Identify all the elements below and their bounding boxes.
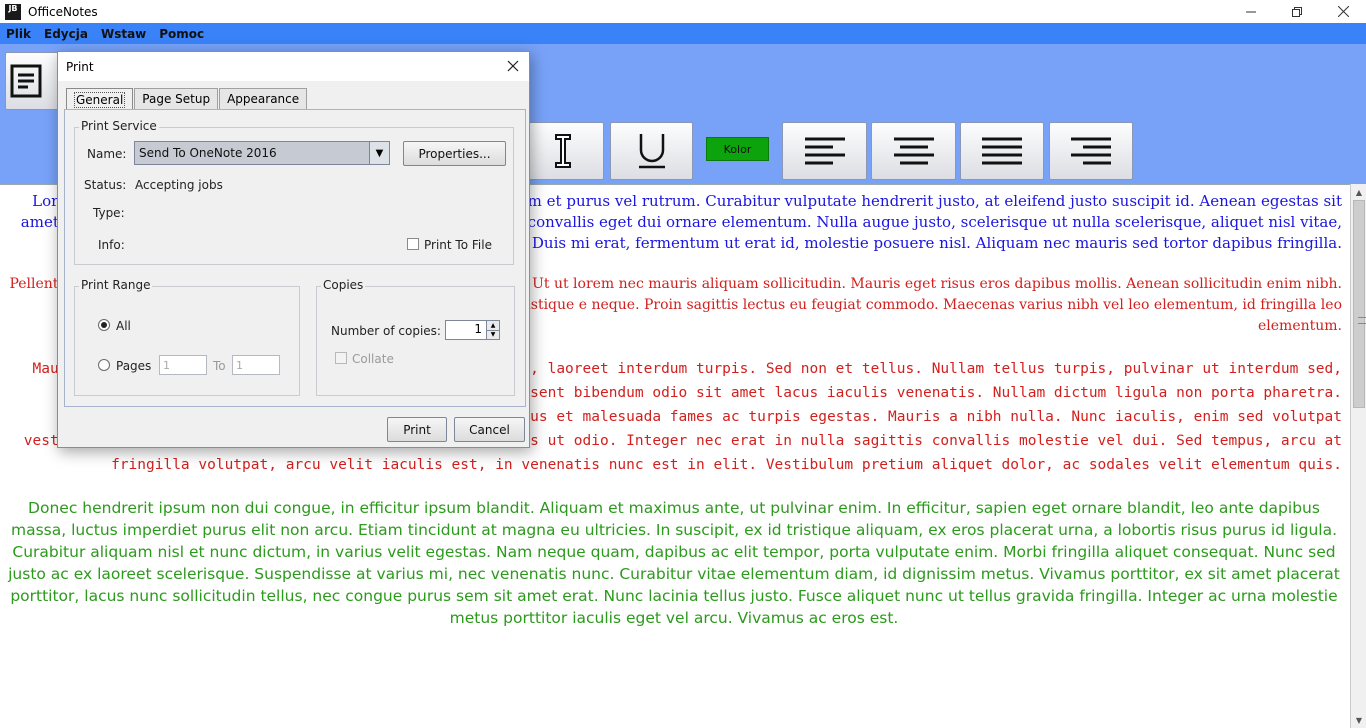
scroll-down-icon[interactable]: ▼ xyxy=(1351,712,1366,728)
align-left-icon xyxy=(804,137,845,165)
tab-general-label: General xyxy=(74,91,126,108)
dialog-tabs: General Page Setup Appearance xyxy=(66,88,308,110)
app-icon: JB xyxy=(5,3,21,20)
tab-general[interactable]: General xyxy=(66,88,134,110)
underline-button[interactable] xyxy=(610,122,693,180)
cancel-button[interactable]: Cancel xyxy=(454,417,525,442)
chevron-down-icon[interactable]: ▼ xyxy=(369,142,389,164)
italic-button[interactable] xyxy=(521,122,604,180)
copies-label: Copies xyxy=(321,278,366,292)
minimize-icon[interactable] xyxy=(1228,0,1274,23)
info-label: Info: xyxy=(98,238,125,252)
title-bar: JB OfficeNotes xyxy=(0,0,1366,23)
status-value: Accepting jobs xyxy=(135,178,223,192)
dialog-close-icon[interactable] xyxy=(505,58,521,74)
tab-appearance-label: Appearance xyxy=(227,92,300,106)
menu-pomoc[interactable]: Pomoc xyxy=(159,27,204,41)
menu-edycja[interactable]: Edycja xyxy=(44,27,88,41)
name-label: Name: xyxy=(87,147,127,161)
copies-spinner[interactable]: 1 ▲ ▼ xyxy=(445,320,500,340)
dialog-title: Print xyxy=(66,59,94,74)
align-center-button[interactable] xyxy=(871,122,956,180)
tab-appearance[interactable]: Appearance xyxy=(219,88,308,109)
collate-checkbox[interactable] xyxy=(335,352,347,364)
general-tab-panel: Print Service Name: Send To OneNote 2016… xyxy=(64,109,526,407)
close-icon[interactable] xyxy=(1320,0,1366,23)
print-dialog: Print General Page Setup Appearance Prin… xyxy=(57,51,530,448)
align-center-icon xyxy=(893,137,934,165)
pages-from-input[interactable]: 1 xyxy=(159,355,207,375)
copies-value: 1 xyxy=(474,322,482,336)
align-right-icon xyxy=(1071,137,1111,165)
print-range-pages-label: Pages xyxy=(116,359,152,373)
restore-icon[interactable] xyxy=(1274,0,1320,23)
paragraph-green: Donec hendrerit ipsum non dui congue, in… xyxy=(8,499,1340,627)
spinner-up-icon[interactable]: ▲ xyxy=(487,321,499,330)
document-button[interactable] xyxy=(5,52,61,110)
pages-to-input[interactable]: 1 xyxy=(232,355,280,375)
properties-button[interactable]: Properties... xyxy=(403,141,506,166)
print-to-file-label: Print To File xyxy=(424,238,492,252)
menu-bar: Plik Edycja Wstaw Pomoc xyxy=(0,23,1366,44)
underline-icon xyxy=(638,134,665,169)
copies-group: Copies xyxy=(316,278,515,396)
printer-name-select[interactable]: Send To OneNote 2016 ▼ xyxy=(134,141,390,165)
number-of-copies-label: Number of copies: xyxy=(331,324,441,338)
document-icon xyxy=(10,64,42,98)
print-range-pages-radio[interactable] xyxy=(98,359,110,371)
align-right-button[interactable] xyxy=(1049,122,1133,180)
print-service-label: Print Service xyxy=(79,119,159,133)
print-range-group: Print Range xyxy=(74,278,300,396)
window-controls xyxy=(1228,0,1366,23)
tab-page-setup-label: Page Setup xyxy=(142,92,211,106)
tab-page-setup[interactable]: Page Setup xyxy=(134,88,219,109)
pages-to-label: To xyxy=(213,359,226,373)
print-to-file-checkbox[interactable] xyxy=(407,238,419,250)
type-label: Type: xyxy=(93,206,125,220)
menu-wstaw[interactable]: Wstaw xyxy=(101,27,146,41)
window-title: OfficeNotes xyxy=(28,4,98,19)
justify-icon xyxy=(982,137,1022,165)
printer-name-value: Send To OneNote 2016 xyxy=(139,146,277,160)
scroll-thumb[interactable] xyxy=(1353,200,1366,408)
color-button[interactable]: Kolor xyxy=(706,137,769,161)
align-left-button[interactable] xyxy=(782,122,867,180)
scroll-up-icon[interactable]: ▲ xyxy=(1351,184,1366,200)
collate-label: Collate xyxy=(352,352,394,366)
print-range-label: Print Range xyxy=(79,278,153,292)
justify-button[interactable] xyxy=(960,122,1044,180)
spinner-down-icon[interactable]: ▼ xyxy=(487,329,499,339)
print-button[interactable]: Print xyxy=(387,417,447,442)
menu-plik[interactable]: Plik xyxy=(6,27,31,41)
dialog-title-bar: Print xyxy=(58,52,529,81)
italic-icon xyxy=(554,134,571,168)
vertical-scrollbar[interactable]: ▲ ▼ xyxy=(1350,184,1366,728)
status-label: Status: xyxy=(84,178,127,192)
print-range-all-radio[interactable] xyxy=(98,319,110,331)
officenotes-window: JB OfficeNotes Plik Edycja Wstaw Pomoc K… xyxy=(0,0,1366,728)
print-range-all-label: All xyxy=(116,319,131,333)
